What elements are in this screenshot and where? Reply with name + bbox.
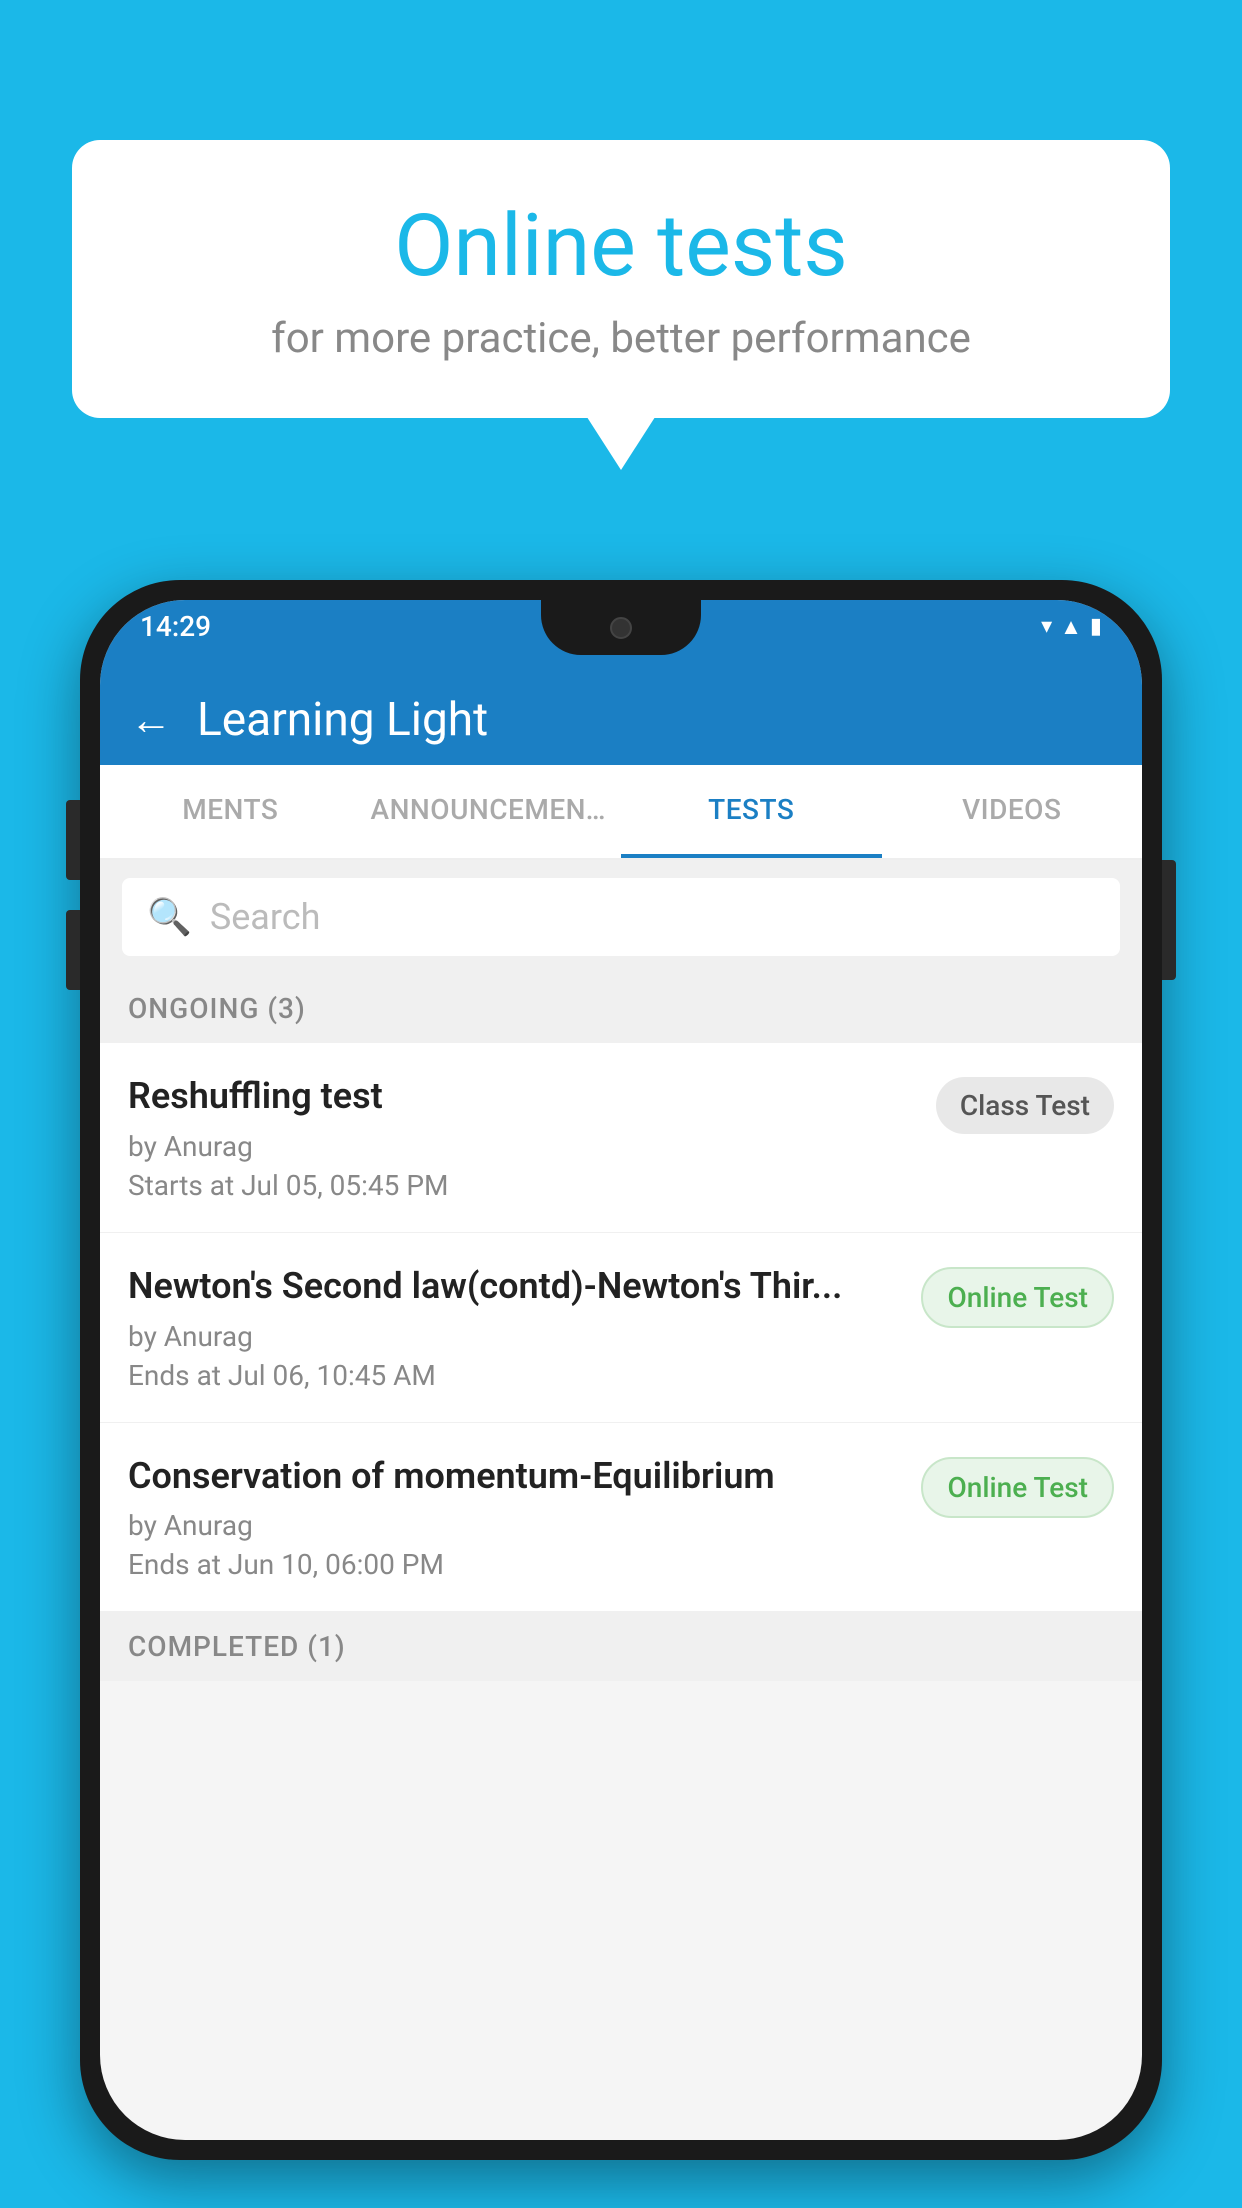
test-by-reshuffling: by Anurag <box>128 1130 916 1163</box>
search-container: 🔍 Search <box>100 860 1142 974</box>
bubble-subtitle: for more practice, better performance <box>132 314 1110 363</box>
test-name-conservation: Conservation of momentum-Equilibrium <box>128 1453 901 1500</box>
power-button <box>1162 860 1176 980</box>
test-item-newton[interactable]: Newton's Second law(contd)-Newton's Thir… <box>100 1233 1142 1423</box>
ongoing-section-header: ONGOING (3) <box>100 974 1142 1043</box>
test-date-reshuffling: Starts at Jul 05, 05:45 PM <box>128 1169 916 1202</box>
test-info-conservation: Conservation of momentum-Equilibrium by … <box>128 1453 921 1582</box>
wifi-icon: ▾ <box>1041 614 1052 639</box>
phone-container: 14:29 ▾ ▲ ▮ ← Learning Light MENTS <box>80 580 1162 2208</box>
app-title: Learning Light <box>197 693 488 747</box>
completed-section-header: COMPLETED (1) <box>100 1612 1142 1681</box>
phone-screen: 14:29 ▾ ▲ ▮ ← Learning Light MENTS <box>100 600 1142 2140</box>
search-bar[interactable]: 🔍 Search <box>122 878 1120 956</box>
test-item-reshuffling[interactable]: Reshuffling test by Anurag Starts at Jul… <box>100 1043 1142 1233</box>
volume-up-button <box>66 800 80 880</box>
test-info-reshuffling: Reshuffling test by Anurag Starts at Jul… <box>128 1073 936 1202</box>
notch <box>541 600 701 655</box>
test-item-conservation[interactable]: Conservation of momentum-Equilibrium by … <box>100 1423 1142 1613</box>
tabs-bar: MENTS ANNOUNCEMENTS TESTS VIDEOS <box>100 765 1142 860</box>
app-header: ← Learning Light <box>100 675 1142 765</box>
search-icon: 🔍 <box>147 896 192 938</box>
test-info-newton: Newton's Second law(contd)-Newton's Thir… <box>128 1263 921 1392</box>
test-date-newton: Ends at Jul 06, 10:45 AM <box>128 1359 901 1392</box>
volume-down-button <box>66 910 80 990</box>
tab-videos[interactable]: VIDEOS <box>882 765 1143 858</box>
test-list: Reshuffling test by Anurag Starts at Jul… <box>100 1043 1142 1612</box>
battery-icon: ▮ <box>1090 614 1102 639</box>
test-date-conservation: Ends at Jun 10, 06:00 PM <box>128 1548 901 1581</box>
tab-announcements[interactable]: ANNOUNCEMENTS <box>361 765 622 858</box>
status-time: 14:29 <box>140 610 211 643</box>
test-by-conservation: by Anurag <box>128 1509 901 1542</box>
camera-dot <box>610 617 632 639</box>
search-input[interactable]: Search <box>210 896 321 938</box>
test-badge-newton: Online Test <box>921 1267 1114 1328</box>
signal-icon: ▲ <box>1060 614 1082 640</box>
tab-ments[interactable]: MENTS <box>100 765 361 858</box>
back-button[interactable]: ← <box>130 696 172 745</box>
tab-tests[interactable]: TESTS <box>621 765 882 858</box>
bubble-title: Online tests <box>132 195 1110 296</box>
phone-frame: 14:29 ▾ ▲ ▮ ← Learning Light MENTS <box>80 580 1162 2160</box>
test-name-newton: Newton's Second law(contd)-Newton's Thir… <box>128 1263 901 1310</box>
speech-bubble: Online tests for more practice, better p… <box>72 140 1170 418</box>
status-icons: ▾ ▲ ▮ <box>1041 614 1102 640</box>
test-badge-reshuffling: Class Test <box>936 1077 1114 1134</box>
test-by-newton: by Anurag <box>128 1320 901 1353</box>
test-badge-conservation: Online Test <box>921 1457 1114 1518</box>
test-name-reshuffling: Reshuffling test <box>128 1073 916 1120</box>
status-bar-area: 14:29 ▾ ▲ ▮ <box>100 600 1142 675</box>
